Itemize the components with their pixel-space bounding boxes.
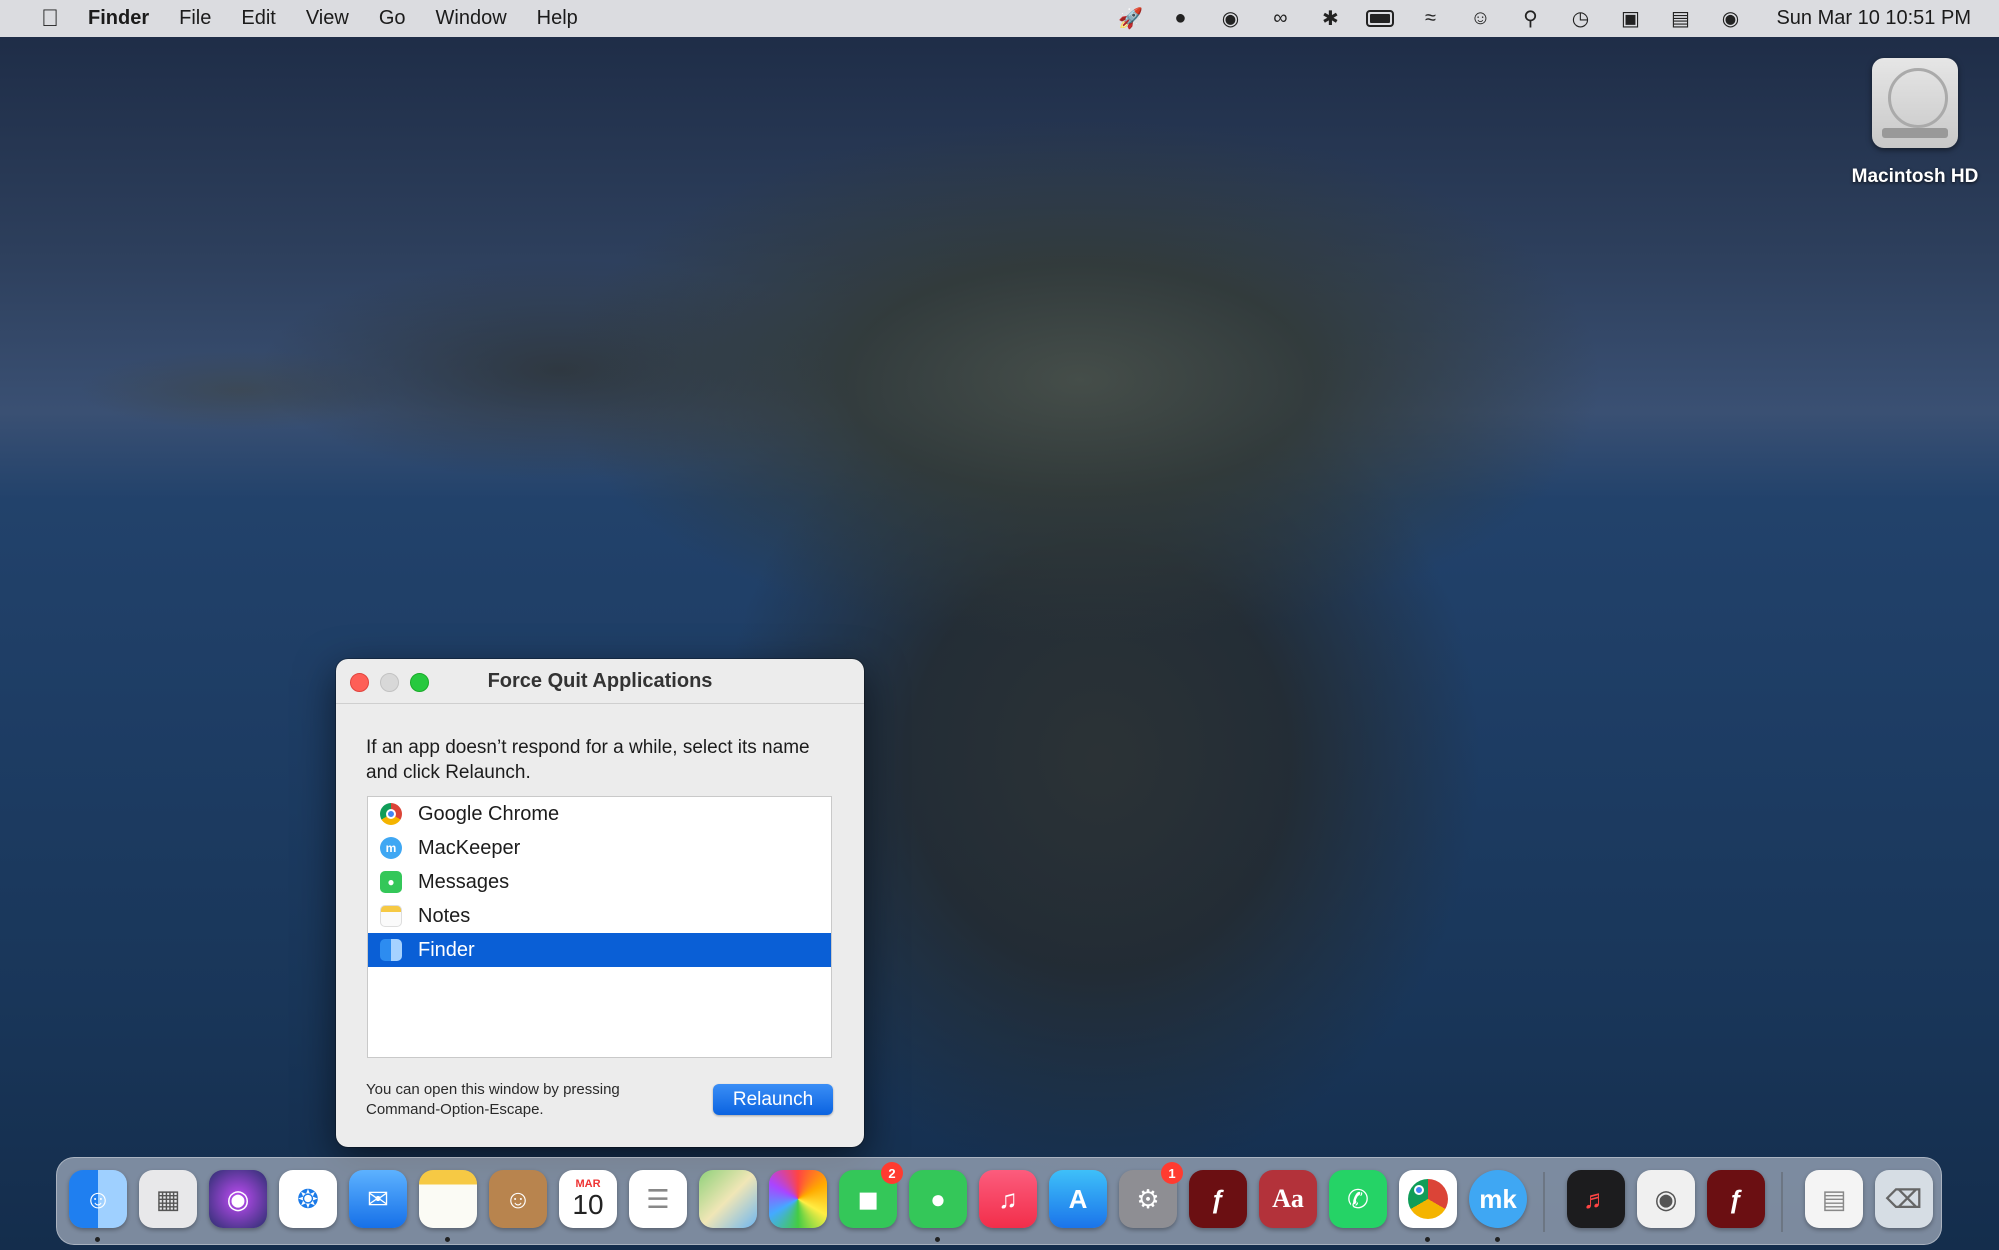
maps-icon[interactable] [699, 1170, 757, 1228]
list-item[interactable]: ● Messages [368, 865, 831, 899]
launchpad-icon[interactable]: ▦ [139, 1170, 197, 1228]
apple-menu-icon[interactable]:  [30, 5, 70, 33]
flash-icon[interactable]: ƒ [1707, 1170, 1765, 1228]
siri-icon[interactable]: ◉ [209, 1170, 267, 1228]
mackeeper-icon: m [380, 837, 402, 859]
trash-icon[interactable]: ⌫ [1875, 1170, 1933, 1228]
user-icon[interactable]: ☺ [1466, 7, 1494, 31]
whatsapp-icon[interactable]: ✆ [1329, 1170, 1387, 1228]
menu-help[interactable]: Help [537, 7, 578, 30]
menu-clock[interactable]: Sun Mar 10 10:51 PM [1776, 7, 1971, 30]
shortcut-note: You can open this window by pressing Com… [366, 1081, 620, 1118]
finder-icon[interactable]: ☺ [69, 1170, 127, 1242]
flash-icon[interactable]: ƒ [1189, 1170, 1247, 1228]
calendar-icon[interactable]: MAR 10 [559, 1170, 617, 1228]
music-icon[interactable]: ♫ [979, 1170, 1037, 1228]
relaunch-button[interactable]: Relaunch [713, 1084, 833, 1115]
list-item[interactable]: Google Chrome [368, 797, 831, 831]
control-center-icon[interactable]: ▤ [1666, 7, 1694, 31]
mackeeper-icon[interactable]: mk [1469, 1170, 1527, 1242]
safari-icon[interactable]: ❂ [279, 1170, 337, 1228]
dock-separator [1543, 1172, 1545, 1232]
calendar-day: 10 [572, 1189, 604, 1220]
finder-icon [380, 939, 402, 961]
notes-icon [380, 905, 402, 927]
list-item[interactable]: m MacKeeper [368, 831, 831, 865]
dock: ☺ ▦ ◉ ❂ ✉ ☺ MAR 10 ☰ ◼ 2 ● ♫ A ⚙ 1 ƒ Aa ✆ … [56, 1157, 1942, 1245]
settings-badge: 1 [1161, 1162, 1183, 1184]
messages-icon[interactable]: ● [909, 1170, 967, 1242]
voice-memos-icon[interactable]: ♬ [1567, 1170, 1625, 1228]
close-button[interactable] [350, 673, 369, 692]
mail-icon[interactable]: ✉ [349, 1170, 407, 1228]
battery-icon[interactable] [1366, 7, 1395, 31]
app-name: Messages [418, 870, 510, 893]
zoom-button[interactable] [410, 673, 429, 692]
chrome-icon [380, 803, 402, 825]
hard-drive-icon [1872, 58, 1958, 148]
dialog-titlebar[interactable]: Force Quit Applications [336, 659, 864, 704]
list-item-selected[interactable]: Finder [368, 933, 831, 967]
wifi-icon[interactable]: ≈ [1416, 7, 1444, 31]
menu-edit[interactable]: Edit [241, 7, 275, 30]
search-icon[interactable]: ⚲ [1516, 7, 1544, 31]
app-list[interactable]: Google Chrome m MacKeeper ● Messages Not… [367, 796, 832, 1058]
facetime-icon[interactable]: ◼ 2 [839, 1162, 903, 1228]
rocket-icon[interactable]: 🚀 [1116, 7, 1144, 31]
menu-go[interactable]: Go [379, 7, 406, 30]
text-assist-icon[interactable]: ● [1166, 7, 1194, 31]
display-icon[interactable]: ▣ [1616, 7, 1644, 31]
messages-icon: ● [380, 871, 402, 893]
siri-icon[interactable]: ◉ [1716, 7, 1744, 31]
window-controls [350, 673, 429, 692]
list-item[interactable]: Notes [368, 899, 831, 933]
app-name: MacKeeper [418, 836, 521, 859]
dock-separator [1781, 1172, 1783, 1232]
contacts-icon[interactable]: ☺ [489, 1170, 547, 1228]
mackeeper-icon[interactable]: ◉ [1216, 7, 1244, 31]
bluetooth-icon[interactable]: ✱ [1316, 7, 1344, 31]
downloads-stack-icon[interactable]: ▤ [1805, 1170, 1863, 1228]
dialog-instructions: If an app doesn’t respond for a while, s… [366, 737, 810, 783]
app-name: Google Chrome [418, 802, 560, 825]
notes-icon[interactable] [419, 1170, 477, 1242]
app-store-icon[interactable]: A [1049, 1170, 1107, 1228]
reminders-icon[interactable]: ☰ [629, 1170, 687, 1228]
status-area: 🚀 ● ◉ ∞ ✱ ≈ ☺ ⚲ ◷ ▣ ▤ ◉ Sun Mar 10 10:51… [1116, 0, 1971, 37]
chrome-icon[interactable] [1399, 1170, 1457, 1242]
minimize-button[interactable] [380, 673, 399, 692]
facetime-badge: 2 [881, 1162, 903, 1184]
desktop-drive[interactable]: Macintosh HD [1845, 58, 1985, 188]
menu-file[interactable]: File [179, 7, 211, 30]
menu-app-name[interactable]: Finder [88, 7, 149, 30]
time-machine-icon[interactable]: ◷ [1566, 7, 1594, 31]
app-name: Finder [418, 938, 475, 961]
photos-icon[interactable] [769, 1170, 827, 1228]
dictionary-icon[interactable]: Aa [1259, 1170, 1317, 1228]
drive-label: Macintosh HD [1851, 166, 1979, 187]
force-quit-dialog: Force Quit Applications If an app doesn’… [336, 659, 864, 1147]
app-name: Notes [418, 904, 471, 927]
menu-window[interactable]: Window [436, 7, 507, 30]
menu-bar:  Finder File Edit View Go Window Help 🚀… [0, 0, 1999, 37]
creative-cloud-icon[interactable]: ∞ [1266, 7, 1294, 31]
disk-utility-icon[interactable]: ◉ [1637, 1170, 1695, 1228]
menu-view[interactable]: View [306, 7, 349, 30]
system-preferences-icon[interactable]: ⚙ 1 [1119, 1162, 1183, 1228]
